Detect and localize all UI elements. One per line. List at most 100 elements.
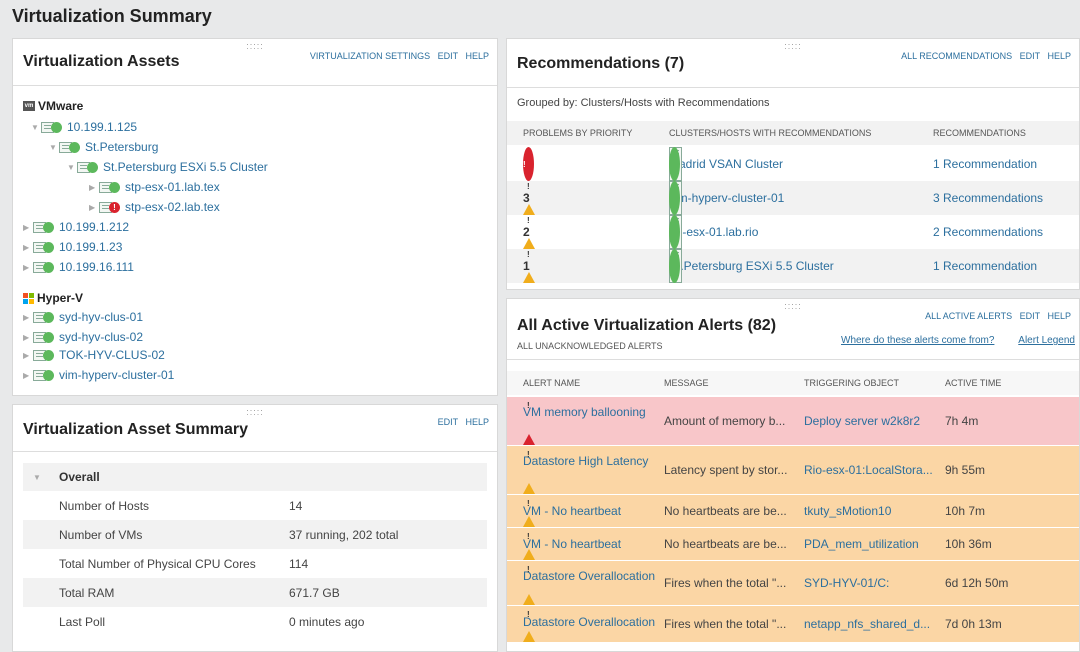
drag-handle[interactable]: ::::: xyxy=(246,41,264,51)
chevron-right-icon[interactable]: ▶ xyxy=(23,243,33,252)
tree-item-label[interactable]: stp-esx-01.lab.tex xyxy=(125,180,220,194)
edit-link[interactable]: EDIT xyxy=(438,51,458,61)
alert-name[interactable]: VM - No heartbeat xyxy=(523,537,621,551)
help-link[interactable]: HELP xyxy=(465,417,489,427)
triggering-object-link[interactable]: Rio-esx-01:LocalStora... xyxy=(804,446,933,494)
recommendation-link[interactable]: 2 Recommendations xyxy=(933,215,1043,249)
hyperv-tree-item[interactable]: ▶ syd-hyv-clus-02 xyxy=(23,327,143,347)
all-active-alerts-link[interactable]: ALL ACTIVE ALERTS xyxy=(925,311,1012,321)
alert-name-cell[interactable]: Datastore Overallocation xyxy=(523,561,655,605)
edit-link[interactable]: EDIT xyxy=(1020,51,1040,61)
target-link[interactable]: rio-esx-01.lab.rio xyxy=(669,215,758,249)
alert-row[interactable]: VM - No heartbeat No heartbeats are be...… xyxy=(507,528,1079,560)
target-link[interactable]: Madrid VSAN Cluster xyxy=(669,147,783,181)
vmware-tree-item[interactable]: ▶ stp-esx-01.lab.tex xyxy=(89,177,220,197)
alert-name[interactable]: VM - No heartbeat xyxy=(523,504,621,518)
triggering-object-link[interactable]: netapp_nfs_shared_d... xyxy=(804,606,930,642)
triggering-object-link[interactable]: Deploy server w2k8r2 xyxy=(804,397,920,445)
target-link[interactable]: St.Petersburg ESXi 5.5 Cluster xyxy=(669,249,834,283)
where-alerts-come-from-link[interactable]: Where do these alerts come from? xyxy=(841,335,994,346)
tree-item-label[interactable]: 10.199.1.23 xyxy=(59,240,122,254)
alert-name-cell[interactable]: VM - No heartbeat xyxy=(523,495,653,527)
chevron-down-icon[interactable]: ▼ xyxy=(49,143,59,152)
recommendation-row[interactable]: !1 Madrid VSAN Cluster 1 Recommendation xyxy=(507,147,1079,181)
vmware-tree-item[interactable]: ▼ St.Petersburg ESXi 5.5 Cluster xyxy=(67,157,268,177)
warning-icon xyxy=(523,528,535,560)
alert-legend-link[interactable]: Alert Legend xyxy=(1018,335,1075,346)
chevron-down-icon[interactable]: ▼ xyxy=(31,123,41,132)
help-link[interactable]: HELP xyxy=(465,51,489,61)
edit-link[interactable]: EDIT xyxy=(1020,311,1040,321)
alert-name[interactable]: VM memory ballooning xyxy=(523,405,646,419)
chevron-right-icon[interactable]: ▶ xyxy=(23,333,33,342)
drag-handle[interactable]: ::::: xyxy=(784,41,802,51)
help-link[interactable]: HELP xyxy=(1047,51,1071,61)
target-link[interactable]: vim-hyperv-cluster-01 xyxy=(669,181,784,215)
alert-row[interactable]: Datastore High Latency Latency spent by s… xyxy=(507,446,1079,494)
alert-row[interactable]: VM - No heartbeat No heartbeats are be...… xyxy=(507,495,1079,527)
hyperv-tree-item[interactable]: ▶ vim-hyperv-cluster-01 xyxy=(23,365,174,385)
tree-item-label[interactable]: 10.199.1.212 xyxy=(59,220,129,234)
tree-item-label[interactable]: vim-hyperv-cluster-01 xyxy=(59,368,174,382)
grouped-by-label: Grouped by: Clusters/Hosts with Recommen… xyxy=(517,97,770,109)
recommendation-link[interactable]: 3 Recommendations xyxy=(933,181,1043,215)
triggering-object-link[interactable]: tkuty_sMotion10 xyxy=(804,495,891,527)
alert-name[interactable]: Datastore Overallocation xyxy=(523,569,655,583)
chevron-right-icon[interactable]: ▶ xyxy=(23,223,33,232)
tree-item-label[interactable]: 10.199.16.111 xyxy=(59,260,134,274)
hyperv-tree-item[interactable]: ▶ TOK-HYV-CLUS-02 xyxy=(23,345,165,365)
recommendation-row[interactable]: 3 vim-hyperv-cluster-01 3 Recommendations xyxy=(507,181,1079,215)
alert-name-cell[interactable]: VM memory ballooning xyxy=(523,397,653,445)
chevron-down-icon[interactable]: ▼ xyxy=(67,163,77,172)
priority-cell: 1 xyxy=(523,249,535,283)
active-time: 6d 12h 50m xyxy=(945,576,1009,590)
drag-handle[interactable]: ::::: xyxy=(246,407,264,417)
vmware-tree-item[interactable]: ▶! stp-esx-02.lab.tex xyxy=(89,197,220,217)
tree-item-label[interactable]: syd-hyv-clus-01 xyxy=(59,310,143,324)
recommendation-row[interactable]: 1 St.Petersburg ESXi 5.5 Cluster 1 Recomme… xyxy=(507,249,1079,283)
alert-name-cell[interactable]: VM - No heartbeat xyxy=(523,528,653,560)
virtualization-settings-link[interactable]: VIRTUALIZATION SETTINGS xyxy=(310,51,430,61)
chevron-right-icon[interactable]: ▶ xyxy=(89,183,99,192)
alert-row[interactable]: Datastore Overallocation Fires when the t… xyxy=(507,606,1079,642)
recommendation-link[interactable]: 1 Recommendation xyxy=(933,147,1037,181)
alert-name-cell[interactable]: Datastore High Latency xyxy=(523,446,653,494)
recommendation-row[interactable]: 2 rio-esx-01.lab.rio 2 Recommendations xyxy=(507,215,1079,249)
warning-icon xyxy=(523,446,535,494)
alert-name[interactable]: Datastore Overallocation xyxy=(523,615,655,629)
hyperv-tree-item[interactable]: ▶ syd-hyv-clus-01 xyxy=(23,307,143,327)
vmware-tree-item[interactable]: ▼ 10.199.1.125 xyxy=(31,117,137,137)
tree-item-label[interactable]: 10.199.1.125 xyxy=(67,120,137,134)
vmware-tree-item[interactable]: ▼ St.Petersburg xyxy=(49,137,158,157)
tree-item-label[interactable]: St.Petersburg ESXi 5.5 Cluster xyxy=(103,160,268,174)
alert-name-cell[interactable]: Datastore Overallocation xyxy=(523,606,655,642)
tree-item-label[interactable]: TOK-HYV-CLUS-02 xyxy=(59,348,165,362)
tree-item-label[interactable]: stp-esx-02.lab.tex xyxy=(125,200,220,214)
vmware-tree-item[interactable]: ▶ 10.199.1.212 xyxy=(23,217,129,237)
vmware-tree-item[interactable]: ▶ 10.199.1.23 xyxy=(23,237,122,257)
status-up-icon xyxy=(51,121,62,133)
summary-group-row[interactable]: ▼ Overall xyxy=(23,463,487,491)
hyperv-group: Hyper-V xyxy=(23,289,83,307)
recommendation-link[interactable]: 1 Recommendation xyxy=(933,249,1037,283)
chevron-right-icon[interactable]: ▶ xyxy=(89,203,99,212)
alert-row[interactable]: VM memory ballooning Amount of memory b..… xyxy=(507,397,1079,445)
all-recommendations-link[interactable]: ALL RECOMMENDATIONS xyxy=(901,51,1012,61)
tree-item-label[interactable]: syd-hyv-clus-02 xyxy=(59,330,143,344)
column-header: ALERT NAME xyxy=(523,378,581,388)
chevron-right-icon[interactable]: ▶ xyxy=(23,351,33,360)
alert-name[interactable]: Datastore High Latency xyxy=(523,454,648,468)
vmware-tree-item[interactable]: ▶ 10.199.16.111 xyxy=(23,257,134,277)
edit-link[interactable]: EDIT xyxy=(438,417,458,427)
chevron-right-icon[interactable]: ▶ xyxy=(23,371,33,380)
triggering-object-link[interactable]: SYD-HYV-01/C: xyxy=(804,561,889,605)
triggering-object-link[interactable]: PDA_mem_utilization xyxy=(804,528,919,560)
active-time: 7d 0h 13m xyxy=(945,617,1002,631)
alert-row[interactable]: Datastore Overallocation Fires when the t… xyxy=(507,561,1079,605)
help-link[interactable]: HELP xyxy=(1047,311,1071,321)
tree-item-label[interactable]: St.Petersburg xyxy=(85,140,158,154)
chevron-right-icon[interactable]: ▶ xyxy=(23,263,33,272)
drag-handle[interactable]: ::::: xyxy=(784,301,802,311)
chevron-down-icon[interactable]: ▼ xyxy=(33,473,43,482)
chevron-right-icon[interactable]: ▶ xyxy=(23,313,33,322)
